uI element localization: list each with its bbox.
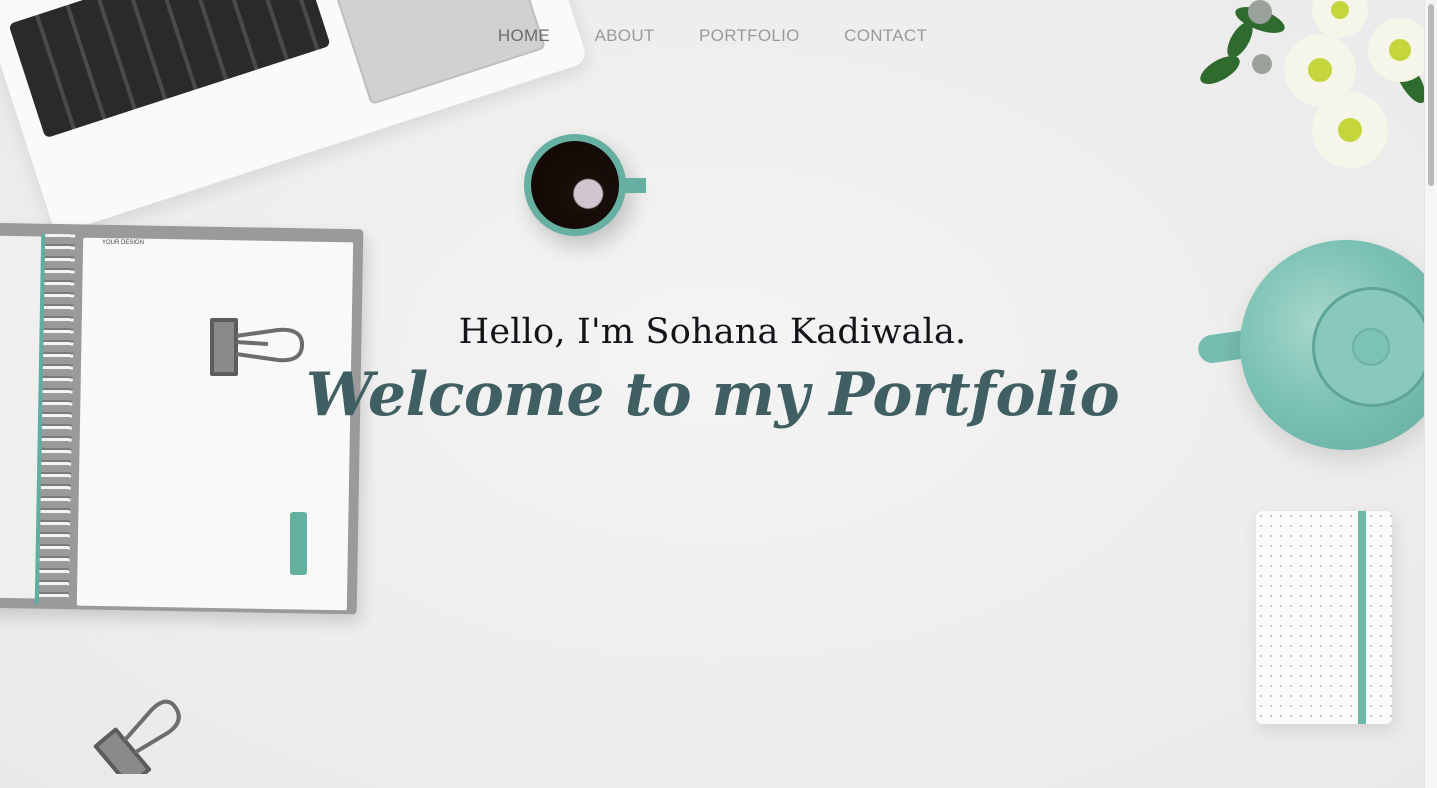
greeting-heading: Hello, I'm Sohana Kadiwala.	[458, 312, 967, 352]
cup-handle	[624, 178, 646, 193]
scrollbar-thumb[interactable]	[1428, 4, 1434, 186]
welcome-heading: Welcome to my Portfolio	[305, 360, 1120, 430]
coffee-cup-image	[524, 134, 646, 236]
notebook-brand-text: YOUR DESIGN	[102, 240, 145, 246]
laptop-trackpad	[329, 0, 547, 106]
hero-section: YOUR DESIGN HOME ABOUT PORTFOLIO CONTACT…	[0, 0, 1425, 788]
notebook-tab	[290, 512, 307, 575]
main-nav: HOME ABOUT PORTFOLIO CONTACT	[0, 26, 1425, 46]
nav-about-link[interactable]: ABOUT	[595, 26, 655, 46]
laptop-keyboard	[8, 0, 331, 139]
coffee	[531, 141, 619, 229]
notebook-band	[1358, 511, 1366, 724]
nav-contact-link[interactable]: CONTACT	[844, 26, 927, 46]
nav-portfolio-link[interactable]: PORTFOLIO	[699, 26, 800, 46]
nav-home-link[interactable]: HOME	[498, 26, 550, 46]
page-scrollbar[interactable]	[1424, 0, 1437, 788]
binder-clip-image	[93, 699, 181, 774]
dot-notebook-image	[1256, 511, 1392, 724]
